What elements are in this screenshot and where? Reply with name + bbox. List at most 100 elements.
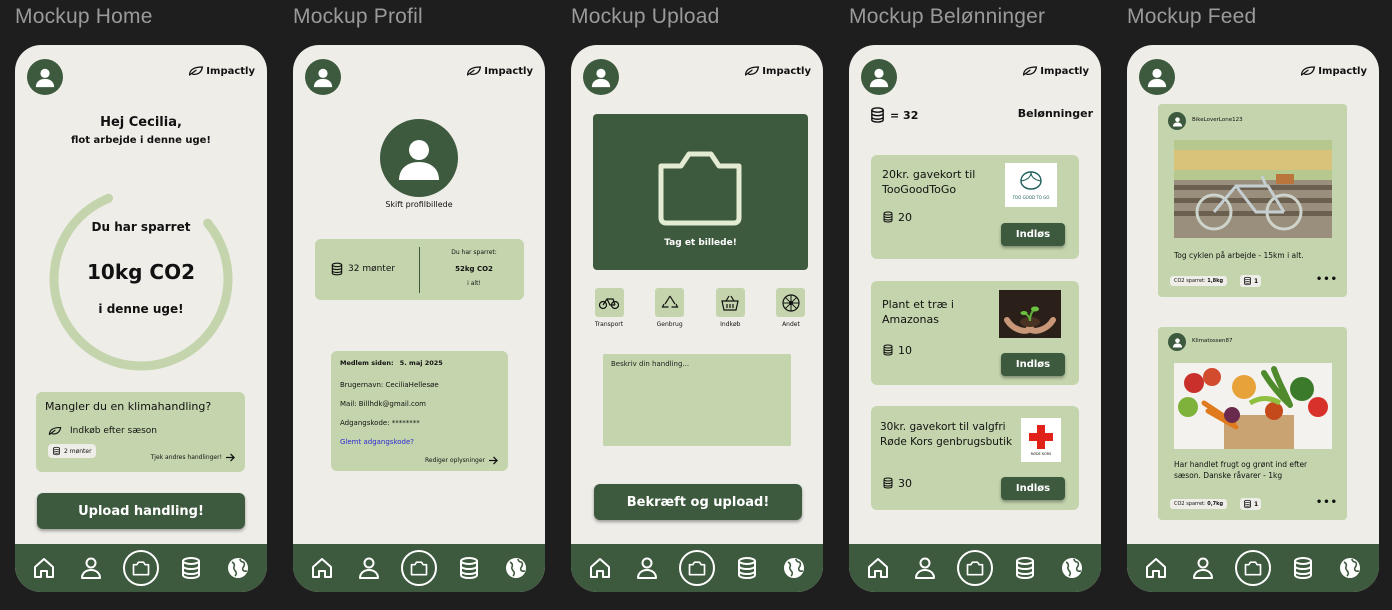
home-icon <box>1144 556 1168 580</box>
avatar[interactable] <box>583 59 619 95</box>
phone-home: Impactly Hej Cecilia, flot arbejde i den… <box>15 45 267 592</box>
co2-stat-label: Du har sparret: <box>451 249 497 256</box>
vegetables-image <box>1174 363 1332 449</box>
user-icon <box>1172 116 1183 127</box>
coins-icon <box>330 261 344 277</box>
profile-icon <box>79 556 103 580</box>
category-andet[interactable]: Andet <box>771 288 811 328</box>
more-actions-link[interactable]: Tjek andres handlinger! <box>151 453 236 462</box>
change-photo-link[interactable]: Skift profilbillede <box>293 200 545 209</box>
app-logo-text: Impactly <box>484 65 533 77</box>
camera-icon <box>1243 558 1263 578</box>
leaf-icon <box>1300 65 1316 77</box>
category-label: Andet <box>782 321 800 328</box>
avatar[interactable] <box>861 59 897 95</box>
co2-badge-label: CO2 sparret: <box>1174 278 1206 284</box>
coins-icon <box>179 556 203 580</box>
nav-camera[interactable] <box>400 550 437 586</box>
nav-coins[interactable] <box>1011 554 1039 582</box>
post-avatar[interactable] <box>1168 112 1186 130</box>
nav-profile[interactable] <box>911 554 939 582</box>
more-actions-text: Tjek andres handlinger! <box>150 454 222 461</box>
upload-button[interactable]: Upload handling! <box>37 493 245 529</box>
post-username[interactable]: Klimatossen87 <box>1192 338 1233 344</box>
profile-icon <box>1191 556 1215 580</box>
confirm-upload-button[interactable]: Bekræft og upload! <box>594 484 802 520</box>
bottom-nav <box>15 544 267 592</box>
nav-camera[interactable] <box>956 550 993 586</box>
leaf-icon <box>1022 65 1038 77</box>
more-options-icon[interactable]: ••• <box>1316 274 1338 285</box>
nav-coins[interactable] <box>733 554 761 582</box>
vegetables-photo <box>1174 363 1332 449</box>
nav-globe[interactable] <box>502 554 530 582</box>
app-logo: Impactly <box>1300 65 1367 77</box>
coins-icon <box>1243 276 1252 286</box>
user-icon <box>34 66 56 88</box>
nav-home[interactable] <box>586 554 614 582</box>
category-transport[interactable]: Transport <box>589 288 629 328</box>
suggestion-item[interactable]: Indkøb efter sæson <box>48 425 157 437</box>
category-genbrug[interactable]: Genbrug <box>650 288 690 328</box>
nav-home[interactable] <box>1142 554 1170 582</box>
nav-home[interactable] <box>30 554 58 582</box>
nav-globe[interactable] <box>1058 554 1086 582</box>
co2-stat-total: i alt! <box>467 280 481 287</box>
nav-home[interactable] <box>864 554 892 582</box>
forgot-password-link[interactable]: Glemt adgangskode? <box>340 438 414 446</box>
co2-badge-value: 0,7kg <box>1207 501 1224 507</box>
category-tile <box>655 288 685 317</box>
subgreeting: flot arbejde i denne uge! <box>71 135 211 146</box>
nav-camera[interactable] <box>678 550 715 586</box>
reward-cost: 10 <box>882 343 912 357</box>
edit-info-link[interactable]: Rediger oplysninger <box>425 456 499 465</box>
nav-globe[interactable] <box>1336 554 1364 582</box>
profile-icon <box>357 556 381 580</box>
nav-coins[interactable] <box>455 554 483 582</box>
post-username[interactable]: BikeLoverLone123 <box>1192 117 1243 123</box>
basket-icon <box>721 295 740 311</box>
profile-picture[interactable] <box>380 119 458 197</box>
account-info-card: Medlem siden: 5. maj 2025 Brugernavn: Ce… <box>331 351 508 471</box>
avatar[interactable] <box>1139 59 1175 95</box>
nav-profile[interactable] <box>355 554 383 582</box>
suggestion-card: Mangler du en klimahandling? Indkøb efte… <box>36 392 245 472</box>
category-tile <box>715 288 745 317</box>
greeting: Hej Cecilia, <box>100 115 182 130</box>
camera-capture-area[interactable]: Tag et billede! <box>593 114 808 270</box>
feed-post: Klimatossen87 Har handlet frugt og grønt… <box>1158 327 1347 520</box>
redeem-button[interactable]: Indløs <box>1001 223 1065 246</box>
category-tile <box>594 288 624 317</box>
nav-coins[interactable] <box>1289 554 1317 582</box>
suggestion-title: Mangler du en klimahandling? <box>45 400 212 413</box>
saved-label: Du har sparret <box>91 220 191 234</box>
nav-camera[interactable] <box>1234 550 1271 586</box>
nav-profile[interactable] <box>633 554 661 582</box>
description-input[interactable]: Beskriv din handling... <box>603 354 791 446</box>
avatar[interactable] <box>305 59 341 95</box>
post-caption: Tog cyklen på arbejde - 15km i alt. <box>1174 251 1304 260</box>
suggestion-text: Indkøb efter sæson <box>70 426 157 436</box>
redeem-button[interactable]: Indløs <box>1001 477 1065 500</box>
redeem-button[interactable]: Indløs <box>1001 353 1065 376</box>
reward-cost: 30 <box>882 476 912 490</box>
avatar[interactable] <box>27 59 63 95</box>
nav-home[interactable] <box>308 554 336 582</box>
post-avatar[interactable] <box>1168 333 1186 351</box>
globe-icon <box>782 556 806 580</box>
nav-globe[interactable] <box>780 554 808 582</box>
home-icon <box>32 556 56 580</box>
coin-balance-value: = 32 <box>890 108 919 122</box>
nav-profile[interactable] <box>77 554 105 582</box>
nav-camera[interactable] <box>122 550 159 586</box>
leaf-icon <box>744 65 760 77</box>
nav-profile[interactable] <box>1189 554 1217 582</box>
roede-kors-text: RØDE KORS <box>1030 452 1052 456</box>
category-indkob[interactable]: Indkøb <box>710 288 750 328</box>
nav-coins[interactable] <box>177 554 205 582</box>
bike-photo <box>1174 140 1332 238</box>
more-options-icon[interactable]: ••• <box>1316 497 1338 508</box>
nav-globe[interactable] <box>224 554 252 582</box>
frame-label-home: Mockup Home <box>15 5 153 28</box>
mail-field: Mail: Billhdk@gmail.com <box>340 400 426 408</box>
